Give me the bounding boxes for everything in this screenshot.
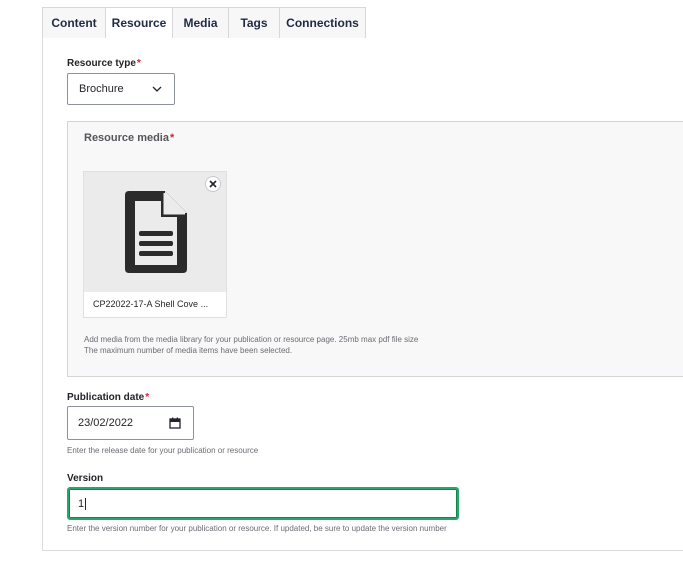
resource-type-value: Brochure bbox=[79, 83, 124, 95]
version-help: Enter the version number for your public… bbox=[67, 524, 447, 533]
text-caret bbox=[85, 497, 87, 510]
required-marker: * bbox=[169, 132, 175, 144]
tab-content[interactable]: Content bbox=[42, 7, 106, 38]
media-item-filename: CP22022-17-A Shell Cove ... bbox=[93, 299, 209, 309]
publication-date-label: Publication date* bbox=[67, 392, 149, 403]
resource-media-help: Add media from the media library for you… bbox=[84, 335, 419, 344]
version-value: 1 bbox=[78, 497, 85, 510]
publication-date-help: Enter the release date for your publicat… bbox=[67, 446, 259, 455]
required-marker: * bbox=[136, 58, 141, 69]
publication-date-label-text: Publication date bbox=[67, 392, 145, 403]
document-icon bbox=[125, 191, 187, 273]
resource-media-label-text: Resource media bbox=[84, 132, 169, 144]
version-label: Version bbox=[67, 473, 104, 484]
tab-connections[interactable]: Connections bbox=[279, 7, 366, 38]
calendar-icon[interactable] bbox=[169, 417, 181, 429]
publication-date-value: 23/02/2022 bbox=[78, 417, 134, 429]
resource-media-label: Resource media* bbox=[84, 132, 174, 144]
tab-resource[interactable]: Resource bbox=[105, 7, 173, 38]
media-item-card[interactable] bbox=[83, 171, 227, 318]
tab-bar: Content Resource Media Tags Connections bbox=[42, 7, 366, 38]
resource-type-label: Resource type* bbox=[67, 58, 141, 69]
required-marker: * bbox=[145, 392, 150, 403]
tab-tags[interactable]: Tags bbox=[228, 7, 280, 38]
close-icon bbox=[209, 180, 217, 188]
tab-media[interactable]: Media bbox=[172, 7, 229, 38]
resource-type-select[interactable]: Brochure bbox=[67, 73, 175, 105]
chevron-down-icon bbox=[152, 86, 162, 92]
version-input[interactable]: 1 bbox=[67, 487, 459, 520]
media-item-thumbnail bbox=[84, 172, 226, 292]
publication-date-input[interactable]: 23/02/2022 bbox=[67, 406, 194, 440]
resource-type-label-text: Resource type bbox=[67, 58, 136, 69]
remove-media-button[interactable] bbox=[205, 176, 221, 192]
resource-media-limit-note: The maximum number of media items have b… bbox=[84, 346, 293, 355]
